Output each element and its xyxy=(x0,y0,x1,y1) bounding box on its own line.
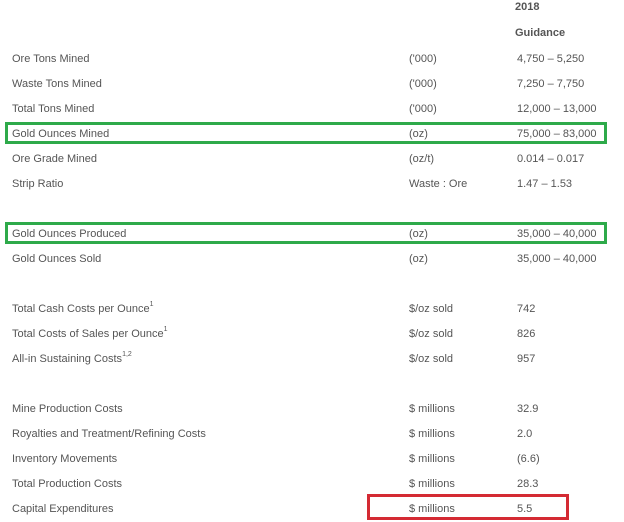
highlight-box-capex xyxy=(367,494,569,520)
row-unit: Waste : Ore xyxy=(409,178,468,190)
row-label-text: Total Cash Costs per Ounce xyxy=(12,303,150,315)
row-unit: ('000) xyxy=(409,103,437,115)
row-label: Strip Ratio xyxy=(12,178,64,190)
table-row: Gold Ounces Sold (oz) 35,000 – 40,000 xyxy=(0,250,624,270)
table-row: Strip Ratio Waste : Ore 1.47 – 1.53 xyxy=(0,175,624,195)
row-label: Total Costs of Sales per Ounce1 xyxy=(12,326,168,340)
table-row: Ore Grade Mined (oz/t) 0.014 – 0.017 xyxy=(0,150,624,170)
row-label: Royalties and Treatment/Refining Costs xyxy=(12,428,206,440)
table-row: Waste Tons Mined ('000) 7,250 – 7,750 xyxy=(0,75,624,95)
row-label: Total Cash Costs per Ounce1 xyxy=(12,301,154,315)
row-label: Ore Tons Mined xyxy=(12,53,90,65)
row-label: Ore Grade Mined xyxy=(12,153,97,165)
row-value: 4,750 – 5,250 xyxy=(517,53,585,65)
highlight-box-gold-produced xyxy=(5,222,607,244)
row-unit: (oz) xyxy=(409,253,428,265)
year-header: 2018 xyxy=(515,1,540,13)
footnote-marker: 1 xyxy=(163,326,168,333)
row-label: Total Production Costs xyxy=(12,478,123,490)
row-label: Mine Production Costs xyxy=(12,403,123,415)
row-unit: $/oz sold xyxy=(409,303,454,315)
row-value: 7,250 – 7,750 xyxy=(517,78,585,90)
row-value: 1.47 – 1.53 xyxy=(517,178,573,190)
row-unit: $/oz sold xyxy=(409,328,454,340)
row-value: 35,000 – 40,000 xyxy=(517,253,597,265)
row-value: 32.9 xyxy=(517,403,539,415)
table-row: Total Tons Mined ('000) 12,000 – 13,000 xyxy=(0,100,624,120)
row-label: Total Tons Mined xyxy=(12,103,95,115)
highlight-box-gold-mined xyxy=(5,122,607,144)
row-value: 957 xyxy=(517,353,536,365)
row-unit: $ millions xyxy=(409,403,455,415)
table-row: Total Costs of Sales per Ounce1 $/oz sol… xyxy=(0,325,624,345)
guidance-header: Guidance xyxy=(515,27,566,39)
row-label: All-in Sustaining Costs1,2 xyxy=(12,351,132,365)
row-unit: $ millions xyxy=(409,428,455,440)
table-row: All-in Sustaining Costs1,2 $/oz sold 957 xyxy=(0,350,624,370)
row-unit: (oz/t) xyxy=(409,153,435,165)
row-value: 0.014 – 0.017 xyxy=(517,153,585,165)
row-unit: ('000) xyxy=(409,53,437,65)
row-value: (6.6) xyxy=(517,453,540,465)
row-unit: $ millions xyxy=(409,478,455,490)
table-row: Mine Production Costs $ millions 32.9 xyxy=(0,400,624,420)
row-unit: $/oz sold xyxy=(409,353,454,365)
row-value: 826 xyxy=(517,328,536,340)
row-label: Gold Ounces Sold xyxy=(12,253,102,265)
footnote-marker: 1,2 xyxy=(122,351,132,358)
table-row: Royalties and Treatment/Refining Costs $… xyxy=(0,425,624,445)
row-label-text: Total Costs of Sales per Ounce xyxy=(12,328,164,340)
row-label-text: All-in Sustaining Costs xyxy=(12,353,123,365)
row-label: Inventory Movements xyxy=(12,453,118,465)
table-row: Total Cash Costs per Ounce1 $/oz sold 74… xyxy=(0,300,624,320)
row-value: 2.0 xyxy=(517,428,533,440)
table-row: Inventory Movements $ millions (6.6) xyxy=(0,450,624,470)
row-value: 742 xyxy=(517,303,536,315)
footnote-marker: 1 xyxy=(149,301,154,308)
table-row: Ore Tons Mined ('000) 4,750 – 5,250 xyxy=(0,50,624,70)
row-label: Waste Tons Mined xyxy=(12,78,102,90)
table-row: Total Production Costs $ millions 28.3 xyxy=(0,475,624,495)
row-value: 12,000 – 13,000 xyxy=(517,103,597,115)
row-unit: ('000) xyxy=(409,78,437,90)
row-value: 28.3 xyxy=(517,478,539,490)
row-unit: $ millions xyxy=(409,453,455,465)
row-label: Capital Expenditures xyxy=(12,503,114,515)
